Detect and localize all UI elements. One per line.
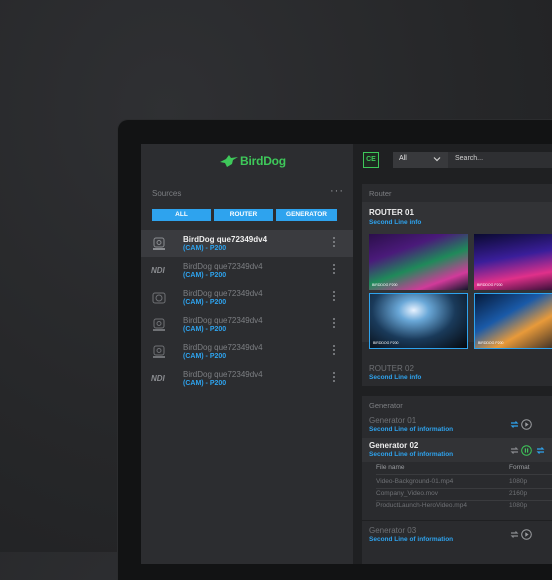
filter-router-button[interactable]: ROUTER — [214, 209, 273, 221]
router-subtitle: Second Line info — [369, 374, 422, 381]
play-icon[interactable] — [521, 419, 532, 430]
table-divider — [376, 474, 552, 475]
source-item[interactable]: BirdDog que72349dv4 (CAM) - P200 — [141, 284, 353, 311]
generator-section-title: Generator — [369, 401, 403, 410]
thumbnail-caption: BIRDDOG P200 — [373, 341, 399, 345]
box-camera-icon — [152, 292, 166, 304]
kebab-menu-icon[interactable] — [333, 264, 337, 278]
kebab-menu-icon[interactable] — [333, 318, 337, 332]
filter-generator-button[interactable]: GENERATOR — [276, 209, 337, 221]
thumbnail-caption: BIRDDOG P200 — [372, 283, 398, 287]
search-input[interactable]: Search... — [455, 155, 483, 162]
kebab-menu-icon[interactable] — [333, 372, 337, 386]
source-list: BirdDog que72349dv4 (CAM) - P200 NDI Bir… — [141, 230, 353, 392]
router-subtitle: Second Line info — [369, 219, 422, 226]
source-item[interactable]: BirdDog que72349dv4 (CAM) - P200 — [141, 230, 353, 257]
source-name: BirdDog que72349dv4 — [183, 343, 263, 352]
kebab-menu-icon[interactable] — [333, 345, 337, 359]
router-card: Router ROUTER 01 Second Line info BIRDDO… — [362, 184, 552, 386]
ce-badge[interactable]: CE — [363, 152, 379, 168]
ndi-icon: NDI — [151, 374, 165, 383]
source-model: (CAM) - P200 — [183, 380, 227, 387]
more-options-icon[interactable]: ··· — [330, 185, 344, 197]
column-header-format: Format — [509, 464, 530, 471]
chevron-down-icon — [433, 157, 441, 162]
filter-select-value: All — [399, 155, 407, 162]
sources-title: Sources — [152, 189, 182, 198]
search-bar: All Search... — [393, 152, 552, 168]
router-name[interactable]: ROUTER 02 — [369, 364, 414, 373]
source-name: BirdDog que72349dv4 — [183, 289, 263, 298]
source-model: (CAM) - P200 — [183, 326, 227, 333]
generator-name[interactable]: Generator 01 — [369, 416, 416, 425]
thumbnail-caption: BIRDDOG P200 — [478, 341, 504, 345]
table-divider — [376, 488, 552, 489]
video-thumbnail-selected[interactable]: BIRDDOG P200 — [369, 293, 468, 349]
ptz-camera-icon — [153, 345, 165, 358]
ndi-icon: NDI — [151, 266, 165, 275]
router-section-title: Router — [369, 189, 392, 198]
source-item[interactable]: NDI BirdDog que72349dv4 (CAM) - P200 — [141, 365, 353, 392]
source-name: BirdDog que72349dv4 — [183, 316, 263, 325]
bird-logo-icon — [220, 155, 238, 167]
kebab-menu-icon[interactable] — [333, 237, 337, 251]
thumbnail-caption: BIRDDOG P200 — [477, 283, 503, 287]
file-name-cell[interactable]: Video-Background-01.mp4 — [376, 478, 453, 485]
source-filter-bar: ALL ROUTER GENERATOR — [152, 209, 337, 221]
play-icon[interactable] — [521, 529, 532, 540]
format-cell: 1080p — [509, 478, 528, 485]
generator-item-active[interactable]: Generator 02 Second Line of information — [362, 438, 552, 462]
source-model: (CAM) - P200 — [183, 272, 227, 279]
loop-icon[interactable] — [509, 445, 520, 456]
filter-all-button[interactable]: ALL — [152, 209, 211, 221]
filter-select[interactable]: All — [393, 152, 448, 168]
router-name: ROUTER 01 — [369, 208, 414, 217]
generator-card: Generator Generator 01 Second Line of in… — [362, 396, 552, 564]
sources-panel: BirdDog Sources ··· ALL ROUTER GENERATOR… — [141, 144, 353, 564]
app-window: BirdDog Sources ··· ALL ROUTER GENERATOR… — [141, 144, 552, 564]
generator-name: Generator 02 — [369, 441, 419, 450]
format-cell: 2160p — [509, 490, 528, 497]
brand-name: BirdDog — [240, 154, 286, 168]
kebab-menu-icon[interactable] — [333, 291, 337, 305]
source-item[interactable]: BirdDog que72349dv4 (CAM) - P200 — [141, 338, 353, 365]
birddog-logo: BirdDog — [219, 152, 286, 170]
source-item[interactable]: BirdDog que72349dv4 (CAM) - P200 — [141, 311, 353, 338]
main-panel: CE All Search... Router ROUTER 01 Second… — [353, 144, 552, 564]
generator-name[interactable]: Generator 03 — [369, 526, 416, 535]
source-model: (CAM) - P200 — [183, 299, 227, 306]
section-divider — [362, 520, 552, 521]
video-thumbnail[interactable]: BIRDDOG P200 — [474, 234, 552, 290]
loop-icon[interactable] — [509, 529, 520, 540]
generator-subtitle: Second Line of information — [369, 451, 454, 458]
generator-subtitle: Second Line of information — [369, 426, 454, 433]
source-name: BirdDog que72349dv4 — [183, 235, 268, 244]
file-name-cell[interactable]: ProductLaunch-HeroVideo.mp4 — [376, 502, 467, 509]
column-header-filename: File name — [376, 464, 405, 471]
ptz-camera-icon — [153, 318, 165, 331]
video-thumbnail[interactable]: BIRDDOG P200 — [369, 234, 468, 290]
source-name: BirdDog que72349dv4 — [183, 370, 263, 379]
loop-icon[interactable] — [509, 419, 520, 430]
loop-icon[interactable] — [535, 445, 546, 456]
router-item-selected[interactable]: ROUTER 01 Second Line info BIRDDOG P200 … — [362, 202, 552, 349]
format-cell: 1080p — [509, 502, 528, 509]
file-name-cell[interactable]: Company_Video.mov — [376, 490, 438, 497]
source-item[interactable]: NDI BirdDog que72349dv4 (CAM) - P200 — [141, 257, 353, 284]
source-name: BirdDog que72349dv4 — [183, 262, 263, 271]
video-thumbnail-selected[interactable]: BIRDDOG P200 — [474, 293, 552, 349]
pause-icon[interactable] — [521, 445, 532, 456]
source-model: (CAM) - P200 — [183, 245, 227, 252]
ptz-camera-icon — [153, 237, 165, 250]
source-model: (CAM) - P200 — [183, 353, 227, 360]
table-divider — [376, 500, 552, 501]
generator-subtitle: Second Line of information — [369, 536, 454, 543]
